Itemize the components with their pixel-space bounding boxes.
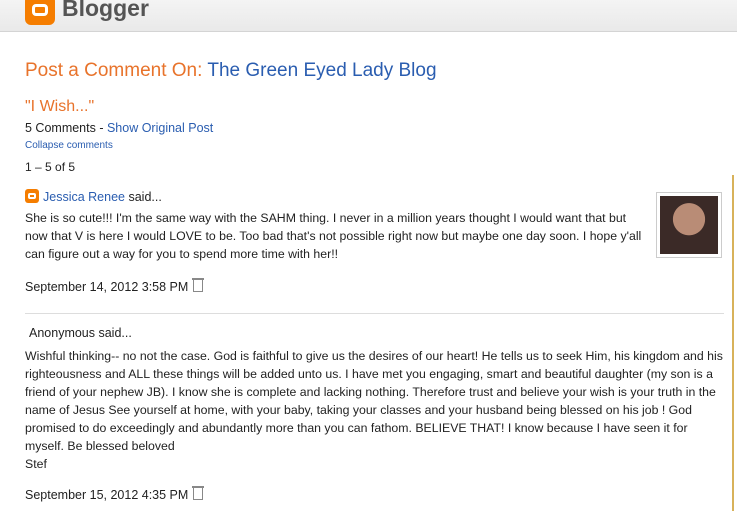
comment-signature: Stef bbox=[25, 457, 47, 471]
show-original-post-link[interactable]: Show Original Post bbox=[107, 121, 213, 135]
heading-prefix: Post a Comment On: bbox=[25, 60, 208, 81]
comment-count: 5 Comments bbox=[25, 121, 96, 135]
comment-date-line: September 14, 2012 3:58 PM bbox=[25, 278, 205, 294]
post-title: "I Wish..." bbox=[25, 98, 95, 115]
comment-body: She is so cute!!! I'm the same way with … bbox=[25, 211, 642, 261]
comment-author-link[interactable]: Jessica Renee bbox=[43, 190, 125, 204]
comment-timestamp[interactable]: September 14, 2012 3:58 PM bbox=[25, 280, 188, 294]
comment-author-line: Jessica Renee said... bbox=[25, 189, 162, 204]
trash-icon[interactable] bbox=[192, 278, 205, 292]
top-bar: Blogger bbox=[0, 0, 737, 32]
right-panel-edge bbox=[732, 175, 737, 511]
comment-count-line: 5 Comments - Show Original Post bbox=[25, 121, 213, 135]
comment-range: 1 – 5 of 5 bbox=[25, 160, 76, 174]
comment-text: Wishful thinking-- no not the case. God … bbox=[25, 349, 723, 453]
comment-author-line: Anonymous said... bbox=[29, 326, 132, 340]
said-text: said... bbox=[125, 190, 162, 204]
comment-date-line: September 15, 2012 4:35 PM bbox=[25, 486, 205, 502]
avatar[interactable] bbox=[656, 192, 722, 258]
collapse-comments-link[interactable]: Collapse comments bbox=[25, 140, 113, 151]
separator: - bbox=[95, 121, 107, 135]
comment-timestamp[interactable]: September 15, 2012 4:35 PM bbox=[25, 488, 188, 502]
divider bbox=[25, 313, 724, 314]
blogger-profile-icon bbox=[25, 189, 39, 203]
blogger-logo-text[interactable]: Blogger bbox=[62, 0, 149, 22]
blogger-logo-icon[interactable] bbox=[25, 0, 55, 25]
trash-icon[interactable] bbox=[192, 486, 205, 500]
page-heading: Post a Comment On: The Green Eyed Lady B… bbox=[25, 60, 437, 82]
blog-name-link[interactable]: The Green Eyed Lady Blog bbox=[207, 60, 436, 81]
comment-body: Wishful thinking-- no not the case. God … bbox=[25, 347, 725, 473]
